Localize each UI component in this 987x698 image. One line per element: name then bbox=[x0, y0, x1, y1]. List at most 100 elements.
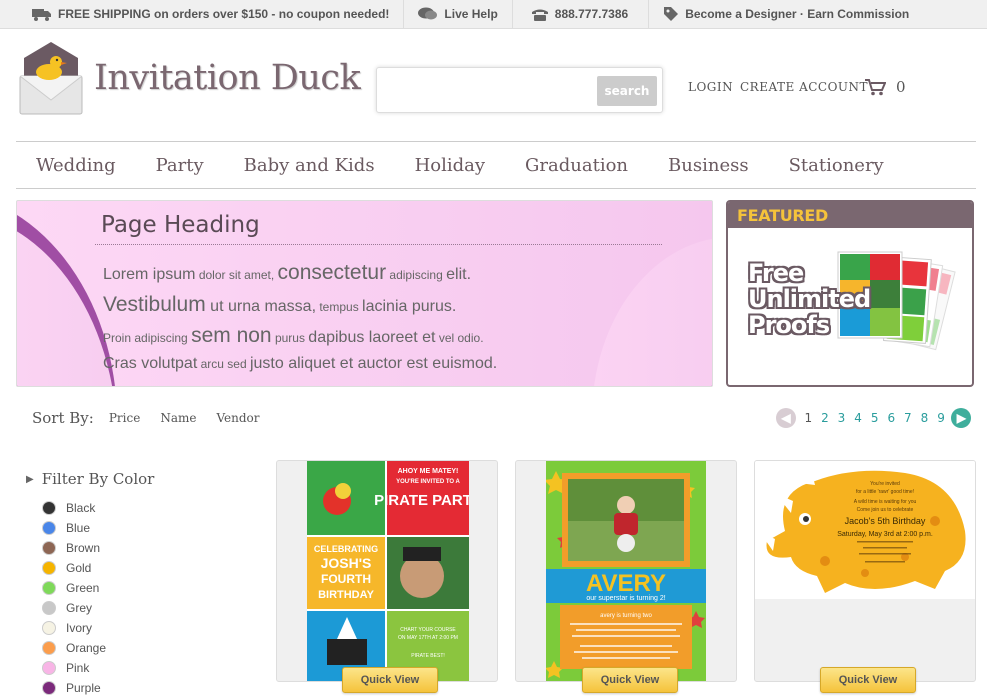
sort-name[interactable]: Name bbox=[160, 411, 196, 425]
caret-right-icon: ▶ bbox=[26, 473, 34, 485]
dino-line-6: Saturday, May 3rd at 2:00 p.m. bbox=[837, 531, 933, 538]
page-heading: Page Heading bbox=[101, 212, 260, 238]
color-option-ivory[interactable]: Ivory bbox=[42, 618, 154, 638]
pagination: ◀ 1 2 3 4 5 6 7 8 9 ▶ bbox=[776, 408, 972, 428]
pirate-line-6: FOURTH bbox=[321, 572, 371, 586]
become-designer-link[interactable]: Become a Designer · Earn Commission bbox=[649, 0, 923, 29]
live-help-label: Live Help bbox=[444, 7, 498, 21]
heading-divider bbox=[95, 244, 662, 245]
feat-line1: Free bbox=[748, 259, 804, 287]
page-8[interactable]: 8 bbox=[916, 411, 933, 425]
color-swatch bbox=[42, 541, 56, 555]
color-swatch bbox=[42, 581, 56, 595]
pirate-party-invitation: AHOY ME MATEY! YOU'RE INVITED TO A PIRAT… bbox=[307, 461, 469, 681]
pirate-line-2: YOU'RE INVITED TO A bbox=[396, 479, 460, 485]
color-label: Brown bbox=[66, 541, 101, 555]
live-help-link[interactable]: Live Help bbox=[404, 0, 513, 29]
page-2[interactable]: 2 bbox=[817, 411, 834, 425]
chat-icon bbox=[418, 7, 438, 20]
pirate-line-10: PIRATE BEST! bbox=[411, 653, 445, 659]
dinosaur-invitation: You're invited for a little 'rawr' good … bbox=[755, 461, 975, 599]
hero-text-segment: Cras volutpat bbox=[103, 354, 198, 372]
sort-label: Sort By: bbox=[32, 409, 94, 427]
page-5[interactable]: 5 bbox=[866, 411, 883, 425]
color-option-blue[interactable]: Blue bbox=[42, 518, 154, 538]
color-label: Blue bbox=[66, 521, 91, 535]
cart-count: 0 bbox=[896, 78, 906, 96]
login-link[interactable]: LOGIN bbox=[688, 80, 733, 94]
color-option-orange[interactable]: Orange bbox=[42, 638, 154, 658]
designer-label: Become a Designer · Earn Commission bbox=[685, 7, 910, 21]
sort-vendor[interactable]: Vendor bbox=[216, 411, 259, 425]
color-label: Pink bbox=[66, 661, 90, 675]
nav-baby-and-kids[interactable]: Baby and Kids bbox=[244, 155, 375, 176]
product-card-avery[interactable]: AVERY our superstar is turning 2! avery … bbox=[515, 460, 737, 682]
quick-view-button-1[interactable]: Quick View bbox=[342, 667, 438, 693]
hero-body-text: Lorem ipsum dolor sit amet, consectetur … bbox=[103, 257, 533, 376]
product-card-pirate[interactable]: AHOY ME MATEY! YOU'RE INVITED TO A PIRAT… bbox=[276, 460, 498, 682]
create-account-link[interactable]: CREATE ACCOUNT bbox=[740, 80, 868, 94]
nav-party[interactable]: Party bbox=[156, 155, 204, 176]
search-input[interactable] bbox=[382, 74, 594, 104]
product-card-dinosaur[interactable]: You're invited for a little 'rawr' good … bbox=[754, 460, 976, 682]
phone-number: 888.777.7386 bbox=[513, 0, 650, 29]
page-7[interactable]: 7 bbox=[900, 411, 917, 425]
color-swatch bbox=[42, 601, 56, 615]
envelope-duck-icon bbox=[18, 40, 84, 116]
quick-view-button-3[interactable]: Quick View bbox=[820, 667, 916, 693]
color-filter: ▶ Filter By Color Black Blue Brown Gold Gree… bbox=[26, 470, 154, 698]
hero-text-segment: justo aliquet et auctor est euismod. bbox=[249, 354, 498, 372]
hero-line: Vestibulum ut urna massa, tempus lacinia… bbox=[103, 289, 533, 321]
color-option-brown[interactable]: Brown bbox=[42, 538, 154, 558]
nav-graduation[interactable]: Graduation bbox=[525, 155, 628, 176]
next-page-icon[interactable]: ▶ bbox=[951, 408, 972, 428]
pirate-line-9: ON MAY 17TH AT 2:00 PM bbox=[398, 635, 458, 641]
prev-page-icon[interactable]: ◀ bbox=[776, 408, 796, 428]
sort-price[interactable]: Price bbox=[109, 411, 140, 425]
color-option-purple[interactable]: Purple bbox=[42, 678, 154, 698]
color-swatch bbox=[42, 521, 56, 535]
color-option-black[interactable]: Black bbox=[42, 498, 154, 518]
color-swatch bbox=[42, 561, 56, 575]
featured-box[interactable]: FEATURED Free Unlimited Proofs bbox=[726, 200, 974, 387]
color-label: Purple bbox=[66, 681, 101, 695]
color-option-pink[interactable]: Pink bbox=[42, 658, 154, 678]
color-list: Black Blue Brown Gold Green Grey Ivory Orange Pi… bbox=[26, 498, 154, 698]
filter-title[interactable]: ▶ Filter By Color bbox=[26, 470, 154, 488]
color-label: Green bbox=[66, 581, 100, 595]
dino-line-3: A wild time is waiting for you bbox=[854, 499, 917, 505]
quick-view-button-2[interactable]: Quick View bbox=[582, 667, 678, 693]
nav-holiday[interactable]: Holiday bbox=[415, 155, 485, 176]
color-swatch bbox=[42, 621, 56, 635]
nav-wedding[interactable]: Wedding bbox=[36, 155, 116, 176]
avery-name: AVERY bbox=[586, 570, 666, 597]
dino-line-4: Come join us to celebrate bbox=[857, 507, 914, 513]
page-1[interactable]: 1 bbox=[800, 411, 817, 425]
page-3[interactable]: 3 bbox=[833, 411, 850, 425]
hero-text-segment: arcu sed bbox=[197, 356, 250, 371]
nav-business[interactable]: Business bbox=[668, 155, 749, 176]
color-option-gold[interactable]: Gold bbox=[42, 558, 154, 578]
color-option-grey[interactable]: Grey bbox=[42, 598, 154, 618]
sort-bar: Sort By: Price Name Vendor bbox=[32, 409, 280, 427]
pirate-line-4: CELEBRATING bbox=[314, 544, 378, 554]
color-label: Orange bbox=[66, 641, 107, 655]
pirate-line-3: PIRATE PARTY bbox=[374, 492, 469, 509]
site-logo[interactable]: Invitation Duck bbox=[18, 40, 361, 116]
page-9[interactable]: 9 bbox=[933, 411, 950, 425]
search-button[interactable]: search bbox=[597, 76, 657, 106]
pirate-line-5: JOSH'S bbox=[321, 555, 372, 571]
page-6[interactable]: 6 bbox=[883, 411, 900, 425]
hero-line: Cras volutpat arcu sed justo aliquet et … bbox=[103, 352, 533, 376]
phone-icon bbox=[531, 9, 548, 21]
avery-subtitle: our superstar is turning 2! bbox=[586, 595, 665, 602]
pirate-line-8: CHART YOUR COURSE bbox=[400, 627, 456, 633]
hero-text-segment: purus bbox=[271, 331, 309, 345]
color-option-green[interactable]: Green bbox=[42, 578, 154, 598]
page-4[interactable]: 4 bbox=[850, 411, 867, 425]
phone-label: 888.777.7386 bbox=[554, 7, 629, 21]
nav-stationery[interactable]: Stationery bbox=[789, 155, 884, 176]
featured-label: FEATURED bbox=[728, 202, 972, 228]
avery-detail: avery is turning two bbox=[600, 613, 652, 619]
cart-link[interactable]: 0 bbox=[864, 78, 906, 96]
